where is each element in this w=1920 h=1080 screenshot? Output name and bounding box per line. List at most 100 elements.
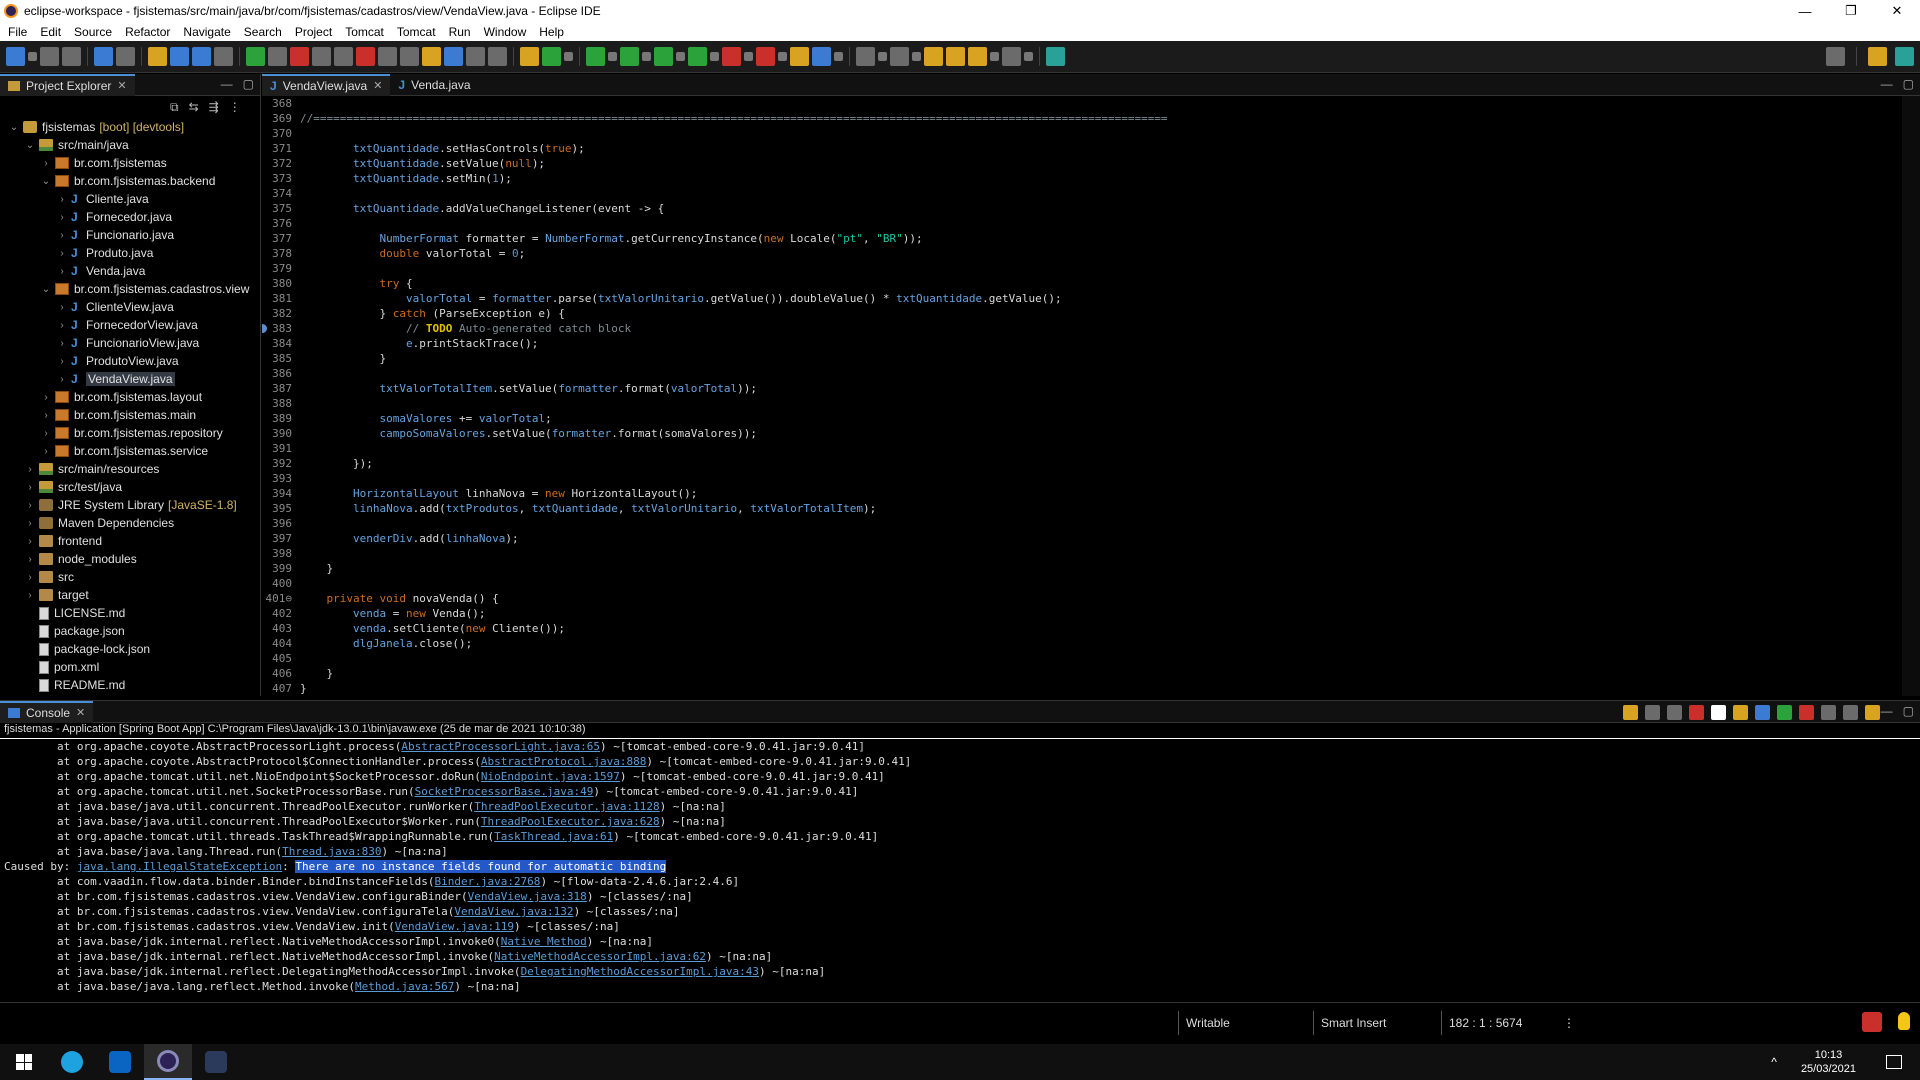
close-icon[interactable]: ✕ (373, 79, 382, 92)
console-output[interactable]: at org.apache.coyote.AbstractProcessorLi… (0, 739, 1920, 1002)
menu-file[interactable]: File (4, 25, 36, 39)
code-line[interactable]: 370 (262, 126, 1898, 141)
tree-item[interactable]: › JRE System Library [JavaSE-1.8] (0, 496, 260, 514)
tree-item[interactable]: package.json (0, 622, 260, 640)
code-line[interactable]: 388 (262, 396, 1898, 411)
dropdown-arrow-icon[interactable] (990, 52, 999, 61)
code-line[interactable]: 375 txtQuantidade.addValueChangeListener… (262, 201, 1898, 216)
tab-console[interactable]: Console ✕ (0, 700, 94, 723)
chevron-right-icon[interactable]: › (24, 500, 36, 511)
tree-item[interactable]: ⌄ fjsistemas [boot] [devtools] (0, 118, 260, 136)
show-on-error-icon[interactable] (1799, 705, 1814, 720)
chevron-right-icon[interactable]: › (24, 464, 36, 475)
tomcat-restart-icon[interactable] (378, 47, 397, 66)
tree-item[interactable]: › J Fornecedor.java (0, 208, 260, 226)
code-line[interactable]: 403 venda.setCliente(new Cliente()); (262, 621, 1898, 636)
dropdown-arrow-icon[interactable] (878, 52, 887, 61)
tree-item[interactable]: › target (0, 586, 260, 604)
relaunch-icon[interactable] (1623, 705, 1638, 720)
code-line[interactable]: 396 (262, 516, 1898, 531)
chevron-right-icon[interactable]: › (24, 482, 36, 493)
open-type-icon[interactable] (790, 47, 809, 66)
annotation-prev-icon[interactable] (890, 47, 909, 66)
stacktrace-link[interactable]: Thread.java:830 (282, 845, 381, 858)
skip-breakpoints-icon[interactable] (116, 47, 135, 66)
code-line[interactable]: 394 HorizontalLayout linhaNova = new Hor… (262, 486, 1898, 501)
code-area[interactable]: 368 369 //================================… (262, 96, 1898, 696)
taskbar-vscode[interactable] (192, 1044, 240, 1080)
stacktrace-link[interactable]: Method.java:567 (355, 980, 454, 993)
code-line[interactable]: 371 txtQuantidade.setHasControls(true); (262, 141, 1898, 156)
link-editor-icon[interactable]: ⇆ (189, 100, 199, 115)
tree-item[interactable]: › J Funcionario.java (0, 226, 260, 244)
refresh-icon[interactable] (148, 47, 167, 66)
new-icon[interactable] (6, 47, 25, 66)
code-line[interactable]: 390 campoSomaValores.setValue(formatter.… (262, 426, 1898, 441)
stacktrace-link[interactable]: Binder.java:2768 (434, 875, 540, 888)
relaunch-icon[interactable] (268, 47, 287, 66)
stop-icon[interactable] (290, 47, 309, 66)
restore-button[interactable]: ❐ (1828, 0, 1874, 22)
chevron-down-icon[interactable]: ⌄ (8, 122, 20, 133)
code-line[interactable]: 383 // TODO Auto-generated catch block (262, 321, 1898, 336)
menu-refactor[interactable]: Refactor (121, 25, 179, 39)
close-button[interactable]: ✕ (1874, 0, 1920, 22)
close-icon[interactable]: ✕ (117, 79, 126, 92)
code-line[interactable]: 402 venda = new Venda(); (262, 606, 1898, 621)
save-icon[interactable] (40, 47, 59, 66)
record-icon[interactable] (722, 47, 741, 66)
stacktrace-link[interactable]: AbstractProtocol.java:888 (481, 755, 647, 768)
show-hidden-icons-icon[interactable]: ^ (1771, 1055, 1777, 1069)
tree-item[interactable]: › node_modules (0, 550, 260, 568)
grid-icon[interactable] (192, 47, 211, 66)
stacktrace-link[interactable]: Native Method (501, 935, 587, 948)
code-line[interactable]: 368 (262, 96, 1898, 111)
status-menu-icon[interactable]: ⋮ (1556, 1011, 1575, 1035)
code-line[interactable]: 400 (262, 576, 1898, 591)
tree-item[interactable]: › br.com.fjsistemas (0, 154, 260, 172)
tree-item[interactable]: › J FornecedorView.java (0, 316, 260, 334)
task-marker-icon[interactable] (262, 324, 267, 333)
chevron-right-icon[interactable]: › (56, 320, 68, 331)
chevron-right-icon[interactable]: › (56, 302, 68, 313)
code-line[interactable]: 398 (262, 546, 1898, 561)
filter-icon[interactable]: ⇶ (209, 100, 219, 115)
code-line[interactable]: 381 valorTotal = formatter.parse(txtValo… (262, 291, 1898, 306)
start-button[interactable] (0, 1044, 48, 1080)
stacktrace-link[interactable]: NioEndpoint.java:1597 (481, 770, 620, 783)
minimize-icon[interactable]: — (1881, 77, 1893, 91)
tree-item[interactable]: › br.com.fjsistemas.service (0, 442, 260, 460)
word-wrap-icon[interactable] (1755, 705, 1770, 720)
code-line[interactable]: 384 e.printStackTrace(); (262, 336, 1898, 351)
code-line[interactable]: 376 (262, 216, 1898, 231)
dropdown-arrow-icon[interactable] (778, 52, 787, 61)
stacktrace-link[interactable]: VendaView.java:132 (454, 905, 573, 918)
menu-window[interactable]: Window (480, 25, 536, 39)
chevron-right-icon[interactable]: › (56, 230, 68, 241)
tree-item[interactable]: ⌄ src/main/java (0, 136, 260, 154)
dropdown-arrow-icon[interactable] (564, 52, 573, 61)
tree-item[interactable]: ⌄ br.com.fjsistemas.backend (0, 172, 260, 190)
stacktrace-link[interactable]: ThreadPoolExecutor.java:1128 (474, 800, 659, 813)
dropdown-arrow-icon[interactable] (676, 52, 685, 61)
pin-editor-icon[interactable] (1046, 47, 1065, 66)
close-icon[interactable]: ✕ (76, 706, 85, 719)
external-tools-icon[interactable] (688, 47, 707, 66)
chevron-right-icon[interactable]: › (40, 158, 52, 169)
chevron-right-icon[interactable]: › (56, 212, 68, 223)
menu-tomcat[interactable]: Tomcat (393, 25, 445, 39)
menu-help[interactable]: Help (535, 25, 573, 39)
tab-vendaview-java[interactable]: J VendaView.java ✕ (262, 73, 391, 96)
code-line[interactable]: 397 venderDiv.add(linhaNova); (262, 531, 1898, 546)
last-edit-icon[interactable] (924, 47, 943, 66)
dropdown-arrow-icon[interactable] (744, 52, 753, 61)
stacktrace-link[interactable]: java.lang.IllegalStateException (77, 860, 282, 873)
code-line[interactable]: 393 (262, 471, 1898, 486)
maximize-icon[interactable]: ▢ (243, 77, 254, 91)
chevron-right-icon[interactable]: › (56, 374, 68, 385)
display-console-icon[interactable] (1843, 705, 1858, 720)
code-line[interactable]: 373 txtQuantidade.setMin(1); (262, 171, 1898, 186)
stacktrace-link[interactable]: AbstractProcessorLight.java:65 (401, 740, 600, 753)
debug-config-icon[interactable] (312, 47, 331, 66)
tree-item[interactable]: › Maven Dependencies (0, 514, 260, 532)
